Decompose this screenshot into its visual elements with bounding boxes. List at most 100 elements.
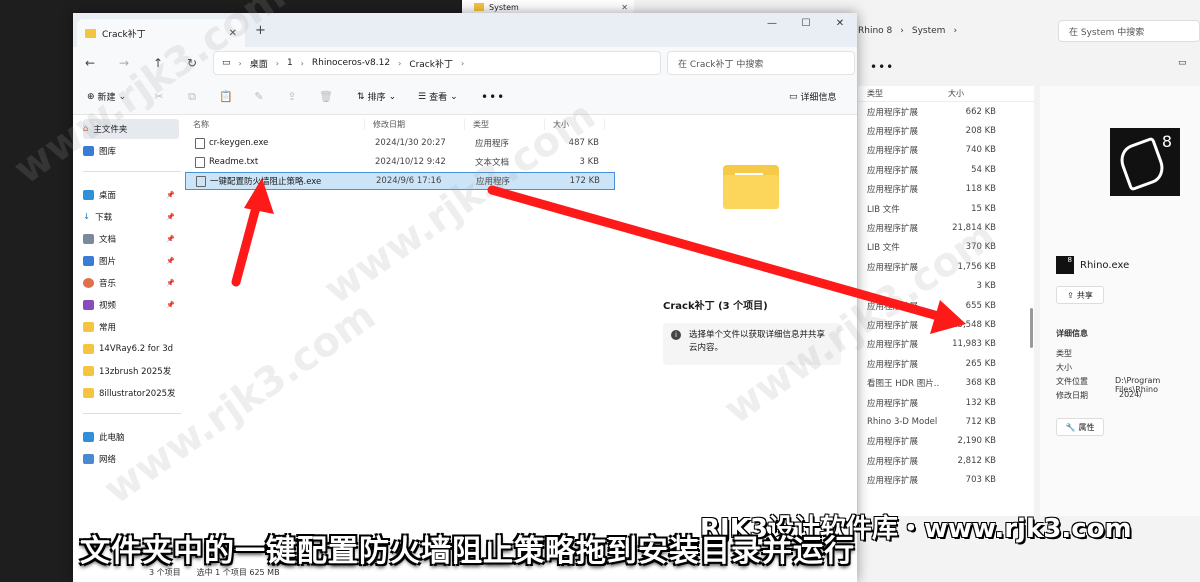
back-file-row[interactable]: 应用程序扩展 662 KB xyxy=(858,102,1034,121)
file-size: 54 KB xyxy=(971,164,996,175)
more-options-icon[interactable]: ••• xyxy=(870,60,894,74)
breadcrumb-item[interactable]: 桌面 xyxy=(250,57,268,70)
back-file-row[interactable]: 应用程序扩展 11,983 KB xyxy=(858,335,1034,354)
back-window-tab[interactable]: System ✕ xyxy=(462,0,634,14)
sidebar-item-folder[interactable]: 8illustrator2025发 xyxy=(83,383,179,403)
breadcrumb-item[interactable]: System xyxy=(912,26,946,36)
paste-icon[interactable]: 📋 xyxy=(219,91,233,103)
back-arrow-icon[interactable]: ← xyxy=(73,56,107,70)
sidebar-item-folder[interactable]: 常用 xyxy=(83,317,179,337)
file-size: 118 KB xyxy=(965,184,996,195)
rename-icon[interactable]: ✎ xyxy=(253,91,265,103)
folder-icon xyxy=(723,165,779,209)
back-file-row[interactable]: 看图王 HDR 图片... 368 KB xyxy=(858,373,1034,392)
folder-icon xyxy=(83,344,94,354)
more-options-icon[interactable]: ••• xyxy=(481,90,505,104)
details-button[interactable]: ▭ 详细信息 xyxy=(789,90,837,104)
sidebar-item-downloads[interactable]: ↓ 下载 📌 xyxy=(83,207,179,227)
view-button[interactable]: ☰ 查看 ⌄ xyxy=(418,90,458,104)
file-name: 一键配置防火墙阻止策略.exe xyxy=(210,177,322,187)
sidebar-item-pictures[interactable]: 图片 📌 xyxy=(83,251,179,271)
folder-icon xyxy=(474,3,484,11)
file-type: 看图王 HDR 图片... xyxy=(867,379,940,390)
column-header-size[interactable]: 大小 xyxy=(940,88,996,99)
pin-icon: 📌 xyxy=(166,257,175,265)
file-type: 应用程序扩展 xyxy=(867,359,919,370)
close-icon[interactable]: ✕ xyxy=(823,13,857,35)
file-size: 265 KB xyxy=(965,358,996,369)
back-file-row[interactable]: 应用程序扩展 118 KB xyxy=(858,180,1034,199)
sidebar-item-desktop[interactable]: 桌面 📌 xyxy=(83,185,179,205)
file-type: 应用程序扩展 xyxy=(867,456,919,467)
sidebar-item-folder[interactable]: 14VRay6.2 for 3d xyxy=(83,339,179,359)
sidebar-item-music[interactable]: 音乐 📌 xyxy=(83,273,179,293)
back-file-row[interactable]: 应用程序扩展 54 KB xyxy=(858,160,1034,179)
back-file-row[interactable]: LIB 文件 15 KB xyxy=(858,199,1034,218)
file-size: 132 KB xyxy=(965,397,996,408)
document-icon xyxy=(83,234,94,244)
chevron-right-icon: › xyxy=(275,58,279,68)
back-file-row[interactable]: 应用程序扩展 208 KB xyxy=(858,121,1034,140)
back-search-input[interactable]: 在 System 中搜索 xyxy=(1058,20,1200,42)
breadcrumb-item[interactable]: Rhinoceros-v8.12 xyxy=(312,58,390,68)
sidebar-item-label: 文档 xyxy=(99,235,117,245)
back-file-row[interactable]: 应用程序扩展 703 KB xyxy=(858,470,1034,489)
sidebar-item-videos[interactable]: 视频 📌 xyxy=(83,295,179,315)
properties-button[interactable]: 🔧 属性 xyxy=(1056,418,1104,436)
back-breadcrumb[interactable]: Rhino 8 › System › xyxy=(858,20,1058,42)
view-label: 查看 xyxy=(429,93,448,103)
file-type: 应用程序扩展 xyxy=(867,398,919,409)
share-icon[interactable]: ⇪ xyxy=(286,91,298,103)
file-size: 655 KB xyxy=(965,300,996,311)
file-size: 368 KB xyxy=(965,378,996,389)
search-input[interactable]: 在 Crack补丁 中搜索 xyxy=(667,51,855,75)
address-bar[interactable]: ▭ › 桌面 › 1 › Rhinoceros-v8.12 › Crack补丁 … xyxy=(213,51,661,75)
minimize-icon[interactable]: — xyxy=(755,13,789,35)
chevron-right-icon: › xyxy=(398,58,402,68)
share-button[interactable]: ⇪ 共享 xyxy=(1056,286,1104,304)
pin-icon: 📌 xyxy=(166,301,175,309)
command-bar: ⊕ 新建 ⌄ ✂ ⧉ 📋 ✎ ⇪ 🗑 ⇅ 排序 ⌄ ☰ 查看 ⌄ ••• ▭ 详… xyxy=(73,79,857,115)
file-size: 15 KB xyxy=(971,203,996,214)
file-size: 15,548 KB xyxy=(952,319,996,330)
chevron-down-icon: ⌄ xyxy=(450,91,458,102)
back-file-row[interactable]: 应用程序扩展 265 KB xyxy=(858,354,1034,373)
file-row-selected[interactable]: 一键配置防火墙阻止策略.exe 2024/9/6 17:16 应用程序 172 … xyxy=(185,172,615,190)
back-file-row[interactable]: 应用程序扩展 740 KB xyxy=(858,141,1034,160)
download-icon: ↓ xyxy=(83,212,91,222)
file-type: 应用程序扩展 xyxy=(867,165,919,176)
close-icon[interactable]: ✕ xyxy=(621,3,628,12)
back-file-row[interactable]: 应用程序扩展 2,812 KB xyxy=(858,451,1034,470)
scrollbar-thumb[interactable] xyxy=(1030,308,1033,348)
file-name: cr-keygen.exe xyxy=(209,138,269,148)
exe-file-icon xyxy=(196,175,206,187)
back-file-row[interactable]: Rhino 3-D Model 712 KB xyxy=(858,412,1034,431)
pin-icon: 📌 xyxy=(166,191,175,199)
breadcrumb-item[interactable]: 1 xyxy=(287,58,293,68)
file-size: 208 KB xyxy=(965,126,996,137)
preview-title: Crack补丁 (3 个项目) xyxy=(663,301,768,312)
delete-icon[interactable]: 🗑 xyxy=(319,91,333,103)
details-pane-icon[interactable]: ▭ xyxy=(1178,58,1187,68)
column-header-name[interactable]: 名称 xyxy=(185,118,365,130)
divider xyxy=(83,171,181,172)
breadcrumb-item[interactable]: Rhino 8 xyxy=(858,26,892,36)
sidebar-item-label: 下载 xyxy=(95,213,113,223)
music-icon xyxy=(83,278,94,288)
column-header-date[interactable]: 修改日期 xyxy=(365,118,465,130)
tab-title: Crack补丁 xyxy=(102,29,146,40)
column-header-type[interactable]: 类型 xyxy=(858,88,940,99)
sort-button[interactable]: ⇅ 排序 ⌄ xyxy=(357,90,396,104)
back-file-row[interactable]: 应用程序扩展 2,190 KB xyxy=(858,432,1034,451)
sidebar-item-label: 常用 xyxy=(99,323,117,333)
sort-icon: ⇅ xyxy=(357,91,365,102)
folder-icon xyxy=(83,388,94,398)
navigation-pane: ⌂ 主文件夹 图库 桌面 📌 ↓ 下载 📌 文档 📌 图片 📌 音乐 📌 视频 … xyxy=(73,115,183,582)
computer-icon xyxy=(83,432,94,442)
back-file-row[interactable]: 应用程序扩展 132 KB xyxy=(858,393,1034,412)
copy-icon[interactable]: ⧉ xyxy=(186,91,198,103)
sidebar-item-documents[interactable]: 文档 📌 xyxy=(83,229,179,249)
maximize-icon[interactable]: ☐ xyxy=(789,13,823,35)
sidebar-item-folder[interactable]: 13zbrush 2025发 xyxy=(83,361,179,381)
breadcrumb-item[interactable]: Crack补丁 xyxy=(409,57,453,70)
